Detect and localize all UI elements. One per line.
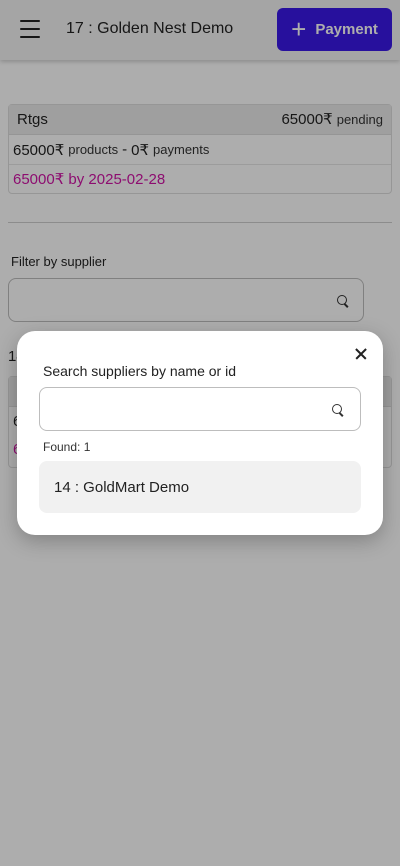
- search-icon: [332, 404, 344, 416]
- supplier-search-input[interactable]: [40, 388, 360, 430]
- found-count: Found: 1: [43, 440, 91, 454]
- supplier-search-dialog: Search suppliers by name or id Found: 1 …: [17, 331, 383, 535]
- close-icon[interactable]: [353, 346, 369, 362]
- supplier-search-field[interactable]: [39, 387, 361, 431]
- dialog-title: Search suppliers by name or id: [43, 363, 236, 379]
- screen: 17 : Golden Nest Demo + Payment Rtgs 650…: [0, 0, 400, 866]
- supplier-result-item[interactable]: 14 : GoldMart Demo: [39, 461, 361, 513]
